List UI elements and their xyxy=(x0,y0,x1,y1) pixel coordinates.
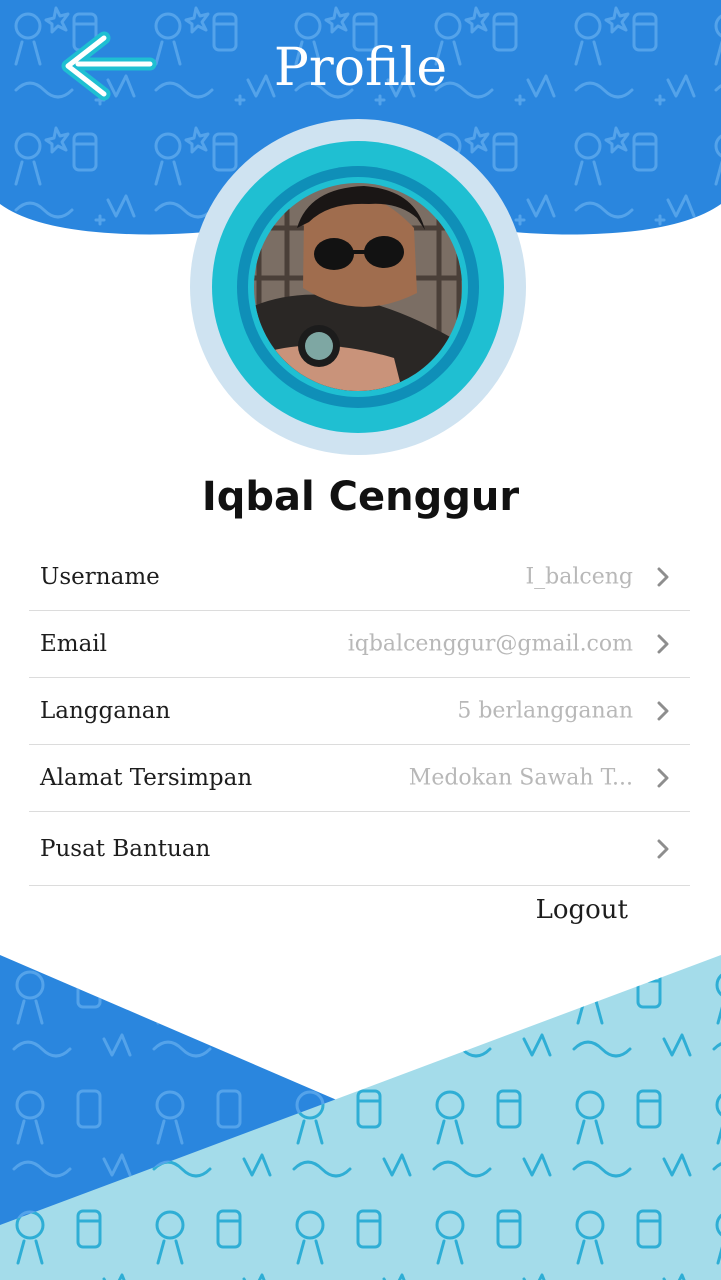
page-title: Profile xyxy=(273,38,448,98)
menu-value-subscriptions: 5 berlangganan xyxy=(457,698,633,724)
menu-label-email: Email xyxy=(40,631,108,657)
chevron-right-icon xyxy=(657,768,669,788)
footer-background xyxy=(0,955,721,1280)
chevron-right-icon xyxy=(657,839,669,858)
menu-label-subscriptions: Langganan xyxy=(40,698,171,724)
menu-label-help-center: Pusat Bantuan xyxy=(40,835,211,862)
menu-value-saved-address: Medokan Sawah T... xyxy=(408,765,633,791)
avatar[interactable] xyxy=(189,118,527,456)
profile-name: Iqbal Cenggur xyxy=(201,474,520,520)
menu-row-help-center[interactable]: Pusat Bantuan xyxy=(29,812,690,886)
menu-label-saved-address: Alamat Tersimpan xyxy=(40,765,253,791)
profile-menu: Username I_balceng Email iqbalcenggur@gm… xyxy=(29,544,690,886)
chevron-right-icon xyxy=(657,634,669,654)
menu-value-username: I_balceng xyxy=(525,564,633,590)
menu-row-email[interactable]: Email iqbalcenggur@gmail.com xyxy=(29,611,690,678)
chevron-right-icon xyxy=(657,701,669,721)
menu-row-username[interactable]: Username I_balceng xyxy=(29,544,690,611)
menu-value-email: iqbalcenggur@gmail.com xyxy=(347,631,633,657)
menu-label-username: Username xyxy=(40,564,160,590)
chevron-right-icon xyxy=(657,567,669,587)
menu-row-subscriptions[interactable]: Langganan 5 berlangganan xyxy=(29,678,690,745)
logout-button[interactable]: Logout xyxy=(536,895,628,925)
menu-row-saved-address[interactable]: Alamat Tersimpan Medokan Sawah T... xyxy=(29,745,690,812)
